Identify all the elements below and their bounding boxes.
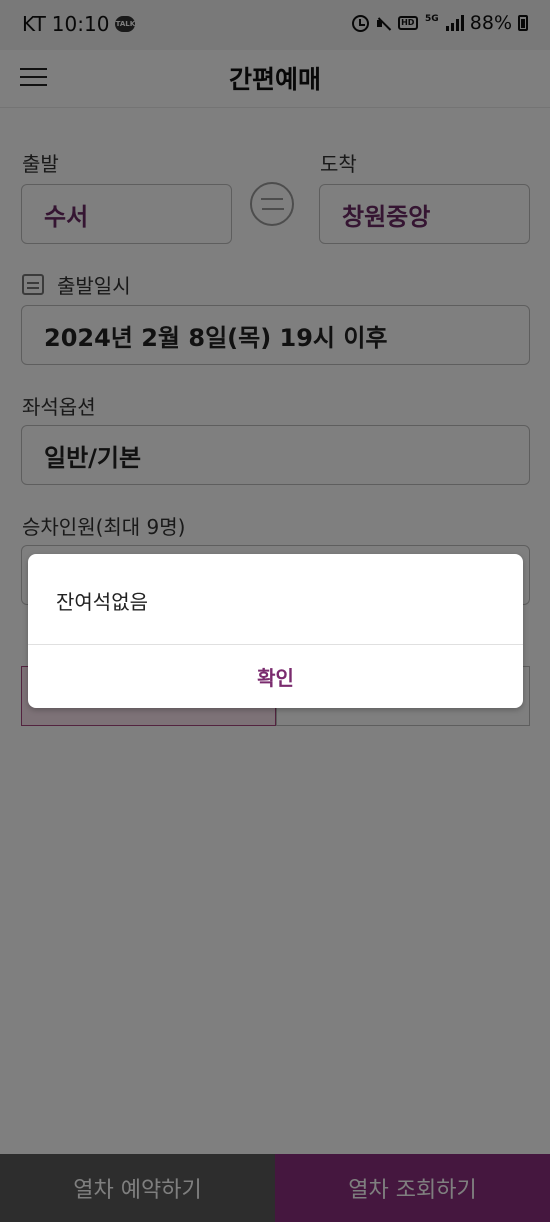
alert-dialog: 잔여석없음 확인 <box>28 554 523 708</box>
dialog-message: 잔여석없음 <box>56 590 148 614</box>
confirm-button[interactable]: 확인 <box>28 645 523 708</box>
